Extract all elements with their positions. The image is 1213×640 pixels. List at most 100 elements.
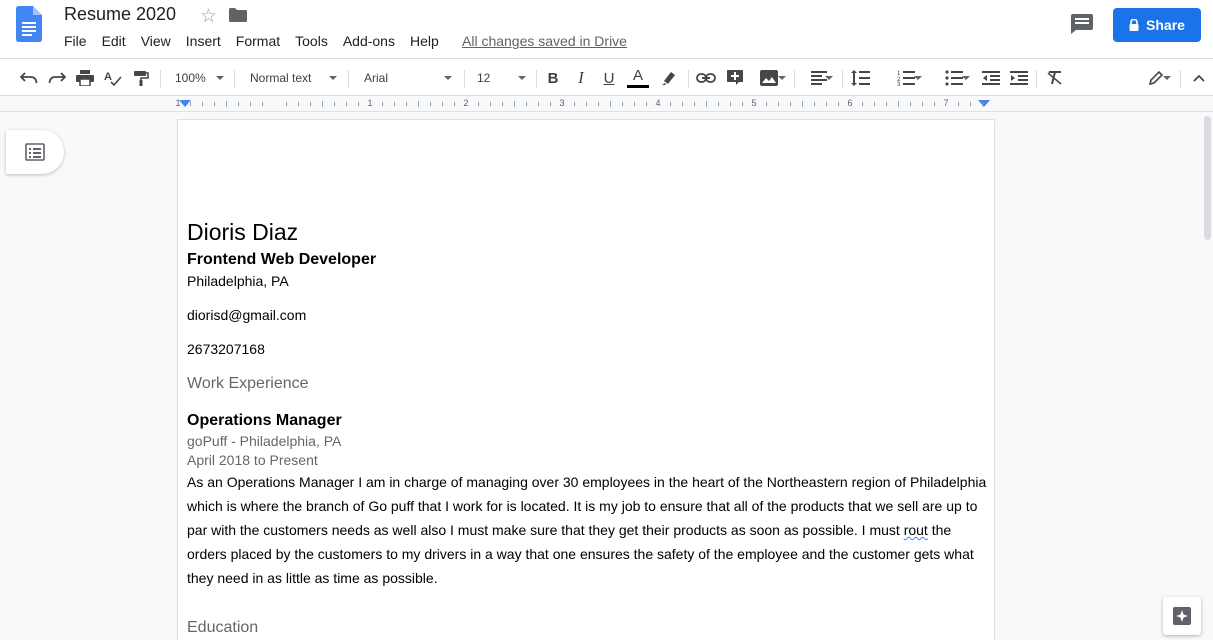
bulleted-list-icon[interactable] — [934, 66, 974, 90]
chevron-down-icon — [518, 76, 526, 80]
document-outline-button[interactable] — [6, 130, 64, 174]
decrease-indent-icon[interactable] — [980, 66, 1002, 90]
right-indent-marker[interactable] — [978, 100, 990, 107]
image-icon[interactable] — [752, 66, 786, 90]
ruler-tick — [262, 102, 263, 106]
font-value: Arial — [364, 71, 389, 85]
ruler-tick — [502, 102, 503, 106]
line-spacing-icon[interactable] — [848, 66, 872, 90]
font-select[interactable]: Arial — [356, 66, 456, 90]
folder-icon[interactable] — [229, 8, 247, 22]
chevron-down-icon — [778, 76, 786, 80]
ruler-tick — [394, 102, 395, 106]
menu-tools[interactable]: Tools — [295, 33, 328, 49]
vertical-scrollbar[interactable] — [1201, 112, 1213, 640]
ruler-tick — [862, 102, 863, 106]
ruler-tick — [238, 102, 239, 106]
resume-headline: Frontend Web Developer — [187, 251, 377, 268]
scrollbar-thumb[interactable] — [1204, 116, 1211, 240]
explore-button[interactable] — [1163, 597, 1201, 635]
ruler-tick — [598, 102, 599, 106]
italic-icon[interactable]: I — [570, 66, 592, 90]
menu-insert[interactable]: Insert — [186, 33, 221, 49]
collapse-icon[interactable] — [1188, 66, 1210, 90]
share-button[interactable]: Share — [1113, 8, 1201, 42]
increase-indent-icon[interactable] — [1008, 66, 1030, 90]
ruler-tick — [382, 102, 383, 106]
numbered-list-icon[interactable]: 123 — [886, 66, 926, 90]
spellcheck-icon[interactable]: A — [102, 66, 124, 90]
menu-file[interactable]: File — [64, 33, 87, 49]
resume-name: Dioris Diaz — [187, 219, 299, 245]
text-color-swatch — [627, 85, 649, 88]
ruler-tick — [202, 102, 203, 106]
svg-text:3: 3 — [897, 82, 901, 86]
print-icon[interactable] — [74, 66, 96, 90]
ruler-tick — [550, 102, 551, 106]
ruler-tick — [430, 102, 431, 106]
document-body[interactable]: Dioris Diaz Frontend Web Developer Phila… — [187, 218, 987, 638]
ruler-tick — [874, 102, 875, 106]
editing-mode-icon[interactable] — [1138, 66, 1174, 90]
explore-icon — [1173, 607, 1191, 625]
ruler-number: 3 — [559, 98, 565, 108]
document-title[interactable]: Resume 2020 — [64, 4, 176, 25]
share-label: Share — [1146, 17, 1185, 33]
ruler-tick — [346, 102, 347, 106]
text-color-icon[interactable]: A — [626, 66, 650, 90]
menu-addons[interactable]: Add-ons — [343, 33, 395, 49]
ruler-tick — [286, 102, 287, 106]
ruler-tick — [766, 102, 767, 106]
ruler-tick — [802, 101, 803, 107]
horizontal-ruler[interactable]: 1 1 2 3 4 5 6 7 — [175, 97, 994, 111]
document-page[interactable]: Dioris Diaz Frontend Web Developer Phila… — [178, 120, 994, 640]
toolbar: A 100% Normal text Arial 12 B I U A 1 2 … — [0, 58, 1213, 96]
ruler-tick — [418, 101, 419, 107]
title-bar: Resume 2020 ☆ File Edit View Insert Form… — [0, 0, 1213, 58]
ruler-tick — [538, 102, 539, 106]
chevron-down-icon — [914, 76, 922, 80]
align-icon[interactable] — [802, 66, 836, 90]
clear-formatting-icon[interactable] — [1044, 66, 1066, 90]
highlight-icon[interactable] — [658, 66, 680, 90]
misspelled-word[interactable]: rout — [904, 522, 928, 538]
resume-location: Philadelphia, PA — [187, 273, 289, 289]
ruler-tick — [970, 102, 971, 106]
zoom-select[interactable]: 100% — [168, 66, 228, 90]
menu-view[interactable]: View — [141, 33, 171, 49]
docs-app: Resume 2020 ☆ File Edit View Insert Form… — [0, 0, 1213, 640]
menu-format[interactable]: Format — [236, 33, 280, 49]
ruler-tick — [526, 102, 527, 106]
resume-email: diorisd@gmail.com — [187, 307, 307, 323]
ruler-area: 1 1 2 3 4 5 6 7 — [0, 96, 1213, 112]
ruler-number: 4 — [655, 98, 661, 108]
menu-edit[interactable]: Edit — [102, 33, 126, 49]
toolbar-separator — [688, 70, 689, 88]
ruler-tick — [826, 102, 827, 106]
paint-format-icon[interactable] — [130, 66, 152, 90]
font-size-select[interactable]: 12 — [470, 66, 530, 90]
undo-icon[interactable] — [18, 66, 40, 90]
ruler-tick — [634, 102, 635, 106]
ruler-tick — [982, 102, 983, 106]
link-icon[interactable] — [694, 66, 718, 90]
bold-icon[interactable]: B — [542, 66, 564, 90]
ruler-tick — [490, 102, 491, 106]
ruler-tick — [214, 102, 215, 106]
toolbar-separator — [234, 70, 235, 88]
ruler-tick — [310, 102, 311, 106]
style-select[interactable]: Normal text — [242, 66, 340, 90]
font-size-value: 12 — [477, 71, 491, 85]
comment-add-icon[interactable] — [724, 66, 746, 90]
star-icon[interactable]: ☆ — [200, 5, 217, 28]
redo-icon[interactable] — [46, 66, 68, 90]
ruler-tick — [646, 102, 647, 106]
menu-help[interactable]: Help — [410, 33, 439, 49]
save-status-link[interactable]: All changes saved in Drive — [462, 33, 627, 49]
ruler-tick — [682, 102, 683, 106]
ruler-tick — [514, 101, 515, 107]
comments-icon[interactable] — [1071, 14, 1093, 34]
underline-icon[interactable]: U — [598, 66, 620, 90]
docs-logo-icon[interactable] — [16, 6, 42, 42]
job-title: Operations Manager — [187, 412, 342, 429]
